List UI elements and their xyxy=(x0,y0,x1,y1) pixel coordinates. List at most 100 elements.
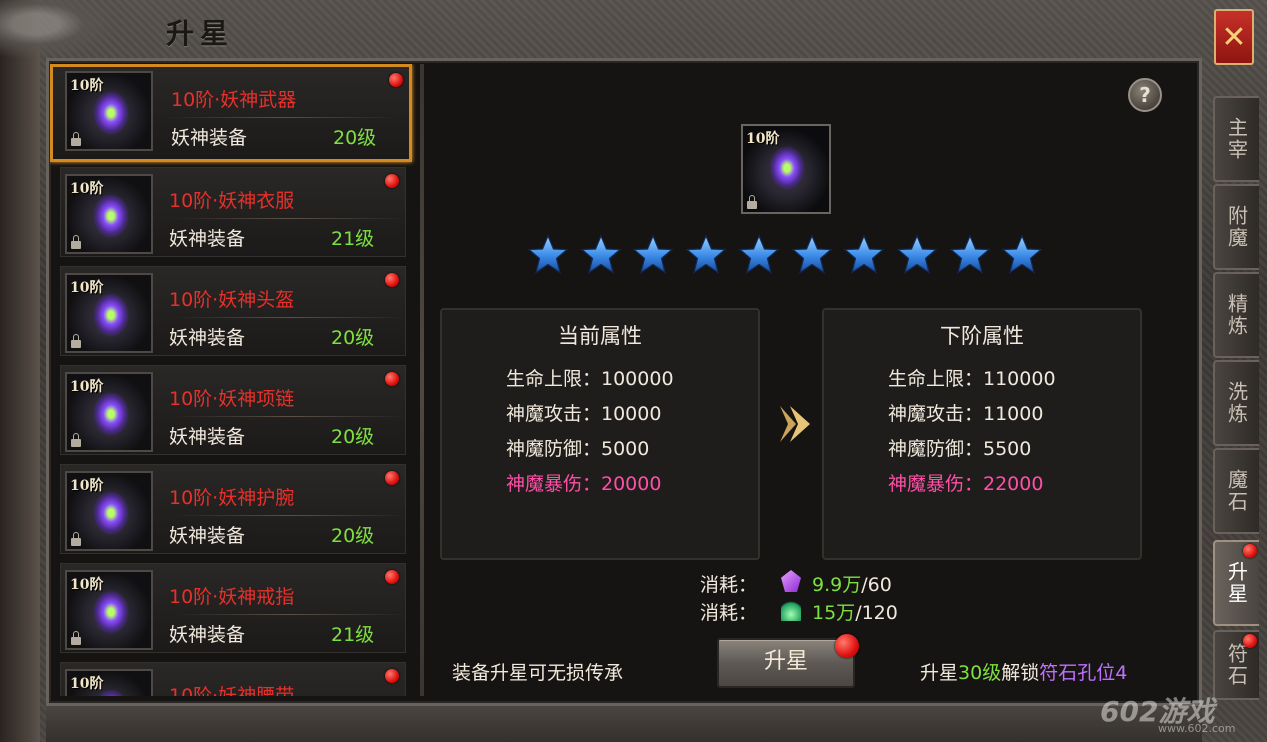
side-tab[interactable]: 魔石 xyxy=(1213,448,1259,534)
lock-icon xyxy=(71,433,81,447)
cost-have: 9.9万 xyxy=(812,574,862,596)
lock-icon xyxy=(71,631,81,645)
side-tab-label: 精炼 xyxy=(1224,293,1249,337)
cost-amount-2: 15万/120 xyxy=(812,598,898,625)
cost-label: 消耗： xyxy=(700,602,758,624)
equipment-name: 10阶·妖神腰带 xyxy=(169,685,295,696)
current-attr-line: 神魔暴伤：20000 xyxy=(506,473,662,495)
equipment-thumbnail: 10阶 xyxy=(65,570,153,650)
lock-icon xyxy=(747,195,757,209)
help-button[interactable]: ? xyxy=(1128,78,1162,112)
star-icon xyxy=(1001,234,1043,274)
item-separator xyxy=(175,416,405,417)
equipment-item[interactable]: 10阶 10阶·妖神腰带 xyxy=(60,662,406,696)
selected-equipment-icon: 10阶 xyxy=(741,124,831,214)
side-tab[interactable]: 符石 xyxy=(1213,630,1259,700)
side-tab-label: 魔石 xyxy=(1224,469,1249,513)
side-tab[interactable]: 精炼 xyxy=(1213,272,1259,358)
left-edge-decoration xyxy=(0,0,40,742)
unlock-target: 符石孔位4 xyxy=(1039,662,1128,684)
item-separator xyxy=(167,117,397,118)
bottom-frame xyxy=(46,706,1202,742)
equipment-list[interactable]: 10阶 10阶·妖神武器 妖神装备 20级 10阶 10阶·妖神衣服 妖神装备 21级 10阶 1… xyxy=(50,64,418,696)
lock-icon xyxy=(71,132,81,146)
notification-dot-icon xyxy=(389,73,403,87)
equipment-type: 妖神装备 xyxy=(169,327,246,349)
item-separator xyxy=(175,515,405,516)
equipment-level: 21级 xyxy=(331,228,375,250)
lock-icon xyxy=(71,532,81,546)
equipment-type: 妖神装备 xyxy=(169,525,246,547)
equipment-item[interactable]: 10阶 10阶·妖神武器 妖神装备 20级 xyxy=(50,64,412,162)
equipment-item[interactable]: 10阶 10阶·妖神护腕 妖神装备 20级 xyxy=(60,464,406,554)
unlock-hint: 升星30级解锁符石孔位4 xyxy=(920,658,1127,685)
equipment-icon xyxy=(93,689,129,696)
notification-dot-icon xyxy=(385,570,399,584)
star-icon xyxy=(843,234,885,274)
item-separator xyxy=(175,614,405,615)
star-icon xyxy=(685,234,727,274)
equipment-icon xyxy=(93,392,129,436)
equipment-level: 20级 xyxy=(331,327,375,349)
next-attributes-panel: 下阶属性 生命上限：110000 神魔攻击：11000 神魔防御：5500 神魔… xyxy=(822,308,1142,560)
notification-dot-icon xyxy=(385,471,399,485)
side-tab-label: 附魔 xyxy=(1224,205,1249,249)
equipment-type: 妖神装备 xyxy=(169,228,246,250)
panel-divider xyxy=(420,64,424,696)
equipment-item[interactable]: 10阶 10阶·妖神衣服 妖神装备 21级 xyxy=(60,167,406,257)
cost-row-1: 消耗： xyxy=(700,570,757,597)
equipment-icon xyxy=(93,590,129,634)
unlock-prefix: 升星 xyxy=(920,662,959,684)
equipment-thumbnail: 10阶 xyxy=(65,372,153,452)
lock-icon xyxy=(71,334,81,348)
next-attributes-title: 下阶属性 xyxy=(940,324,1024,348)
star-icon xyxy=(632,234,674,274)
equipment-level: 20级 xyxy=(333,127,377,149)
current-attributes-title: 当前属性 xyxy=(558,324,642,348)
side-tab[interactable]: 升星 xyxy=(1213,540,1259,626)
next-attr-line: 神魔暴伤：22000 xyxy=(888,473,1044,495)
next-arrow-icon xyxy=(780,406,810,442)
side-tab-label: 主宰 xyxy=(1224,117,1249,161)
weapon-icon xyxy=(769,146,805,190)
item-separator xyxy=(175,317,405,318)
notification-dot-icon xyxy=(385,174,399,188)
cost-have: 15万 xyxy=(812,602,856,624)
star-rating xyxy=(527,234,1047,280)
notification-dot-icon xyxy=(385,273,399,287)
equipment-thumbnail: 10阶 xyxy=(65,273,153,353)
cost-label: 消耗： xyxy=(700,574,758,596)
notification-dot-icon xyxy=(385,372,399,386)
current-attr-line: 神魔防御：5000 xyxy=(506,438,650,460)
current-attr-line: 生命上限：100000 xyxy=(506,368,674,390)
equipment-item[interactable]: 10阶 10阶·妖神头盔 妖神装备 20级 xyxy=(60,266,406,356)
star-icon xyxy=(949,234,991,274)
item-separator xyxy=(175,218,405,219)
equipment-icon xyxy=(93,194,129,238)
equipment-thumbnail: 10阶 xyxy=(65,71,153,151)
star-icon xyxy=(738,234,780,274)
side-tab[interactable]: 附魔 xyxy=(1213,184,1259,270)
cost-row-2: 消耗： xyxy=(700,598,757,625)
equipment-item[interactable]: 10阶 10阶·妖神戒指 妖神装备 21级 xyxy=(60,563,406,653)
notification-dot-icon xyxy=(1243,634,1257,648)
current-attr-line: 神魔攻击：10000 xyxy=(506,403,662,425)
star-icon xyxy=(896,234,938,274)
equipment-item[interactable]: 10阶 10阶·妖神项链 妖神装备 20级 xyxy=(60,365,406,455)
equipment-name: 10阶·妖神项链 xyxy=(169,388,295,410)
notification-dot-icon xyxy=(385,669,399,683)
equipment-name: 10阶·妖神衣服 xyxy=(169,190,295,212)
watermark-url: www.602.com xyxy=(1158,722,1236,735)
notification-dot-icon xyxy=(835,634,859,658)
unlock-mid: 解锁 xyxy=(1001,662,1040,684)
selected-tier-label: 10阶 xyxy=(746,131,780,147)
close-button[interactable]: ✕ xyxy=(1214,9,1254,65)
side-tab[interactable]: 主宰 xyxy=(1213,96,1259,182)
equipment-name: 10阶·妖神护腕 xyxy=(169,487,295,509)
side-tab[interactable]: 洗炼 xyxy=(1213,360,1259,446)
unlock-level: 30级 xyxy=(958,662,1002,684)
equipment-level: 21级 xyxy=(331,624,375,646)
star-icon xyxy=(580,234,622,274)
side-tab-label: 符石 xyxy=(1224,643,1249,687)
dragon-ornament-icon xyxy=(0,0,120,60)
